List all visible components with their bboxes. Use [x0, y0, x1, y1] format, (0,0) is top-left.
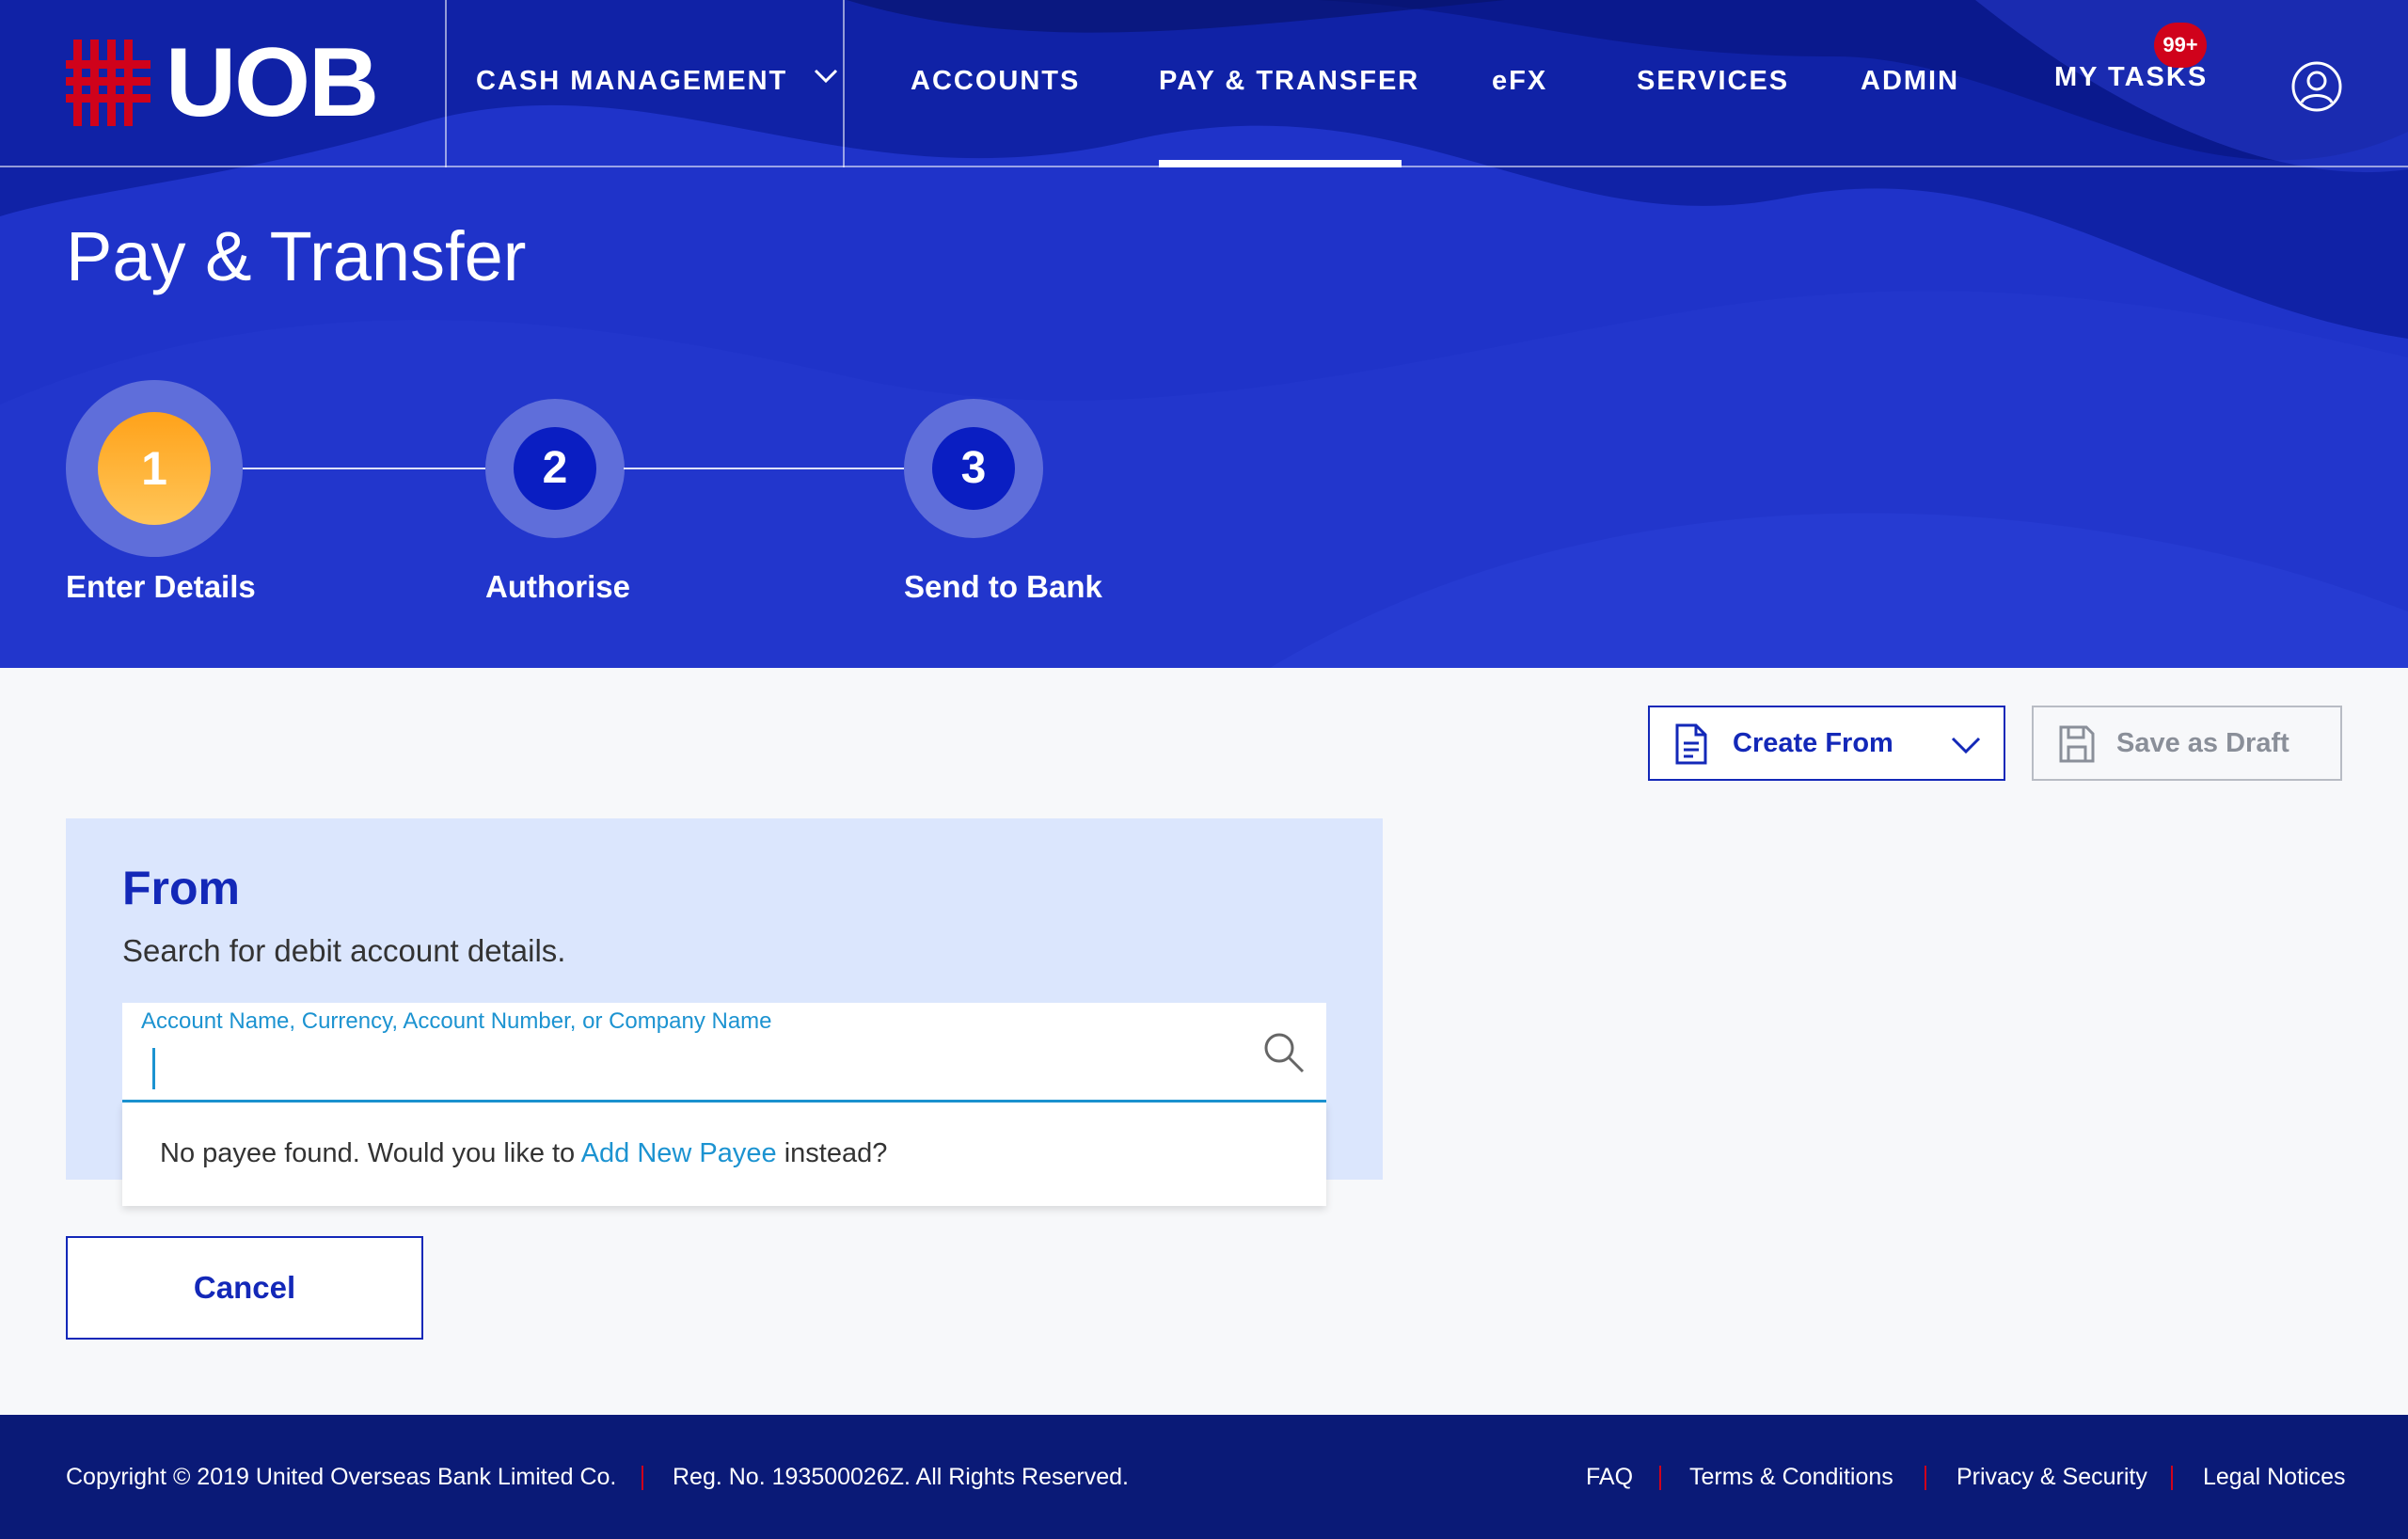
uob-logo-mark-icon — [66, 40, 150, 126]
step-3-indicator: 3 — [932, 427, 1015, 510]
cancel-button[interactable]: Cancel — [66, 1236, 423, 1340]
nav-efx[interactable]: eFX — [1492, 66, 1547, 103]
nav-active-indicator — [1159, 160, 1402, 167]
uob-logo-text: UOB — [166, 28, 379, 137]
tasks-count-badge: 99+ — [2154, 23, 2207, 68]
hero-banner: UOB CASH MANAGEMENT ACCOUNTS PAY & TRANS… — [0, 0, 2408, 668]
debit-account-search-field[interactable]: Account Name, Currency, Account Number, … — [122, 1003, 1326, 1103]
footer-link-privacy[interactable]: Privacy & Security — [1956, 1464, 2147, 1491]
footer-separator — [1925, 1466, 1926, 1490]
no-payee-text: No payee found. Would you like to — [160, 1138, 576, 1168]
nav-admin[interactable]: ADMIN — [1861, 66, 1959, 103]
save-as-draft-button[interactable]: Save as Draft — [2032, 706, 2342, 781]
footer-separator — [642, 1466, 643, 1490]
nav-pay-transfer[interactable]: PAY & TRANSFER — [1159, 66, 1419, 103]
nav-divider — [843, 0, 845, 167]
page-title: Pay & Transfer — [66, 217, 527, 295]
save-disk-icon — [2059, 725, 2095, 763]
step-2-indicator: 2 — [514, 427, 596, 510]
footer-copyright: Copyright © 2019 United Overseas Bank Li… — [66, 1464, 617, 1490]
nav-cash-management[interactable]: CASH MANAGEMENT — [476, 66, 838, 103]
step-connector — [243, 468, 485, 469]
footer-link-faq[interactable]: FAQ — [1586, 1464, 1633, 1491]
top-navigation: UOB CASH MANAGEMENT ACCOUNTS PAY & TRANS… — [0, 0, 2408, 167]
no-payee-message: No payee found. Would you like to Add Ne… — [160, 1138, 887, 1169]
nav-divider — [445, 0, 447, 167]
footer-separator — [1659, 1466, 1661, 1490]
from-section-subtitle: Search for debit account details. — [122, 933, 566, 968]
chevron-down-icon — [815, 69, 838, 84]
step-1-indicator: 1 — [98, 412, 211, 525]
nav-accounts[interactable]: ACCOUNTS — [911, 66, 1080, 103]
debit-account-search-input[interactable] — [141, 1046, 1232, 1091]
step-1-label: Enter Details — [66, 569, 256, 604]
footer: Copyright © 2019 United Overseas Bank Li… — [0, 1415, 2408, 1539]
search-field-label: Account Name, Currency, Account Number, … — [141, 1008, 772, 1034]
search-icon[interactable] — [1262, 1031, 1306, 1074]
nav-cash-management-label: CASH MANAGEMENT — [476, 66, 788, 96]
step-3-label: Send to Bank — [904, 569, 1102, 604]
footer-separator — [2171, 1466, 2173, 1490]
user-profile-icon[interactable] — [2291, 61, 2342, 112]
create-from-label: Create From — [1733, 728, 1893, 758]
save-as-draft-label: Save as Draft — [2116, 728, 2289, 758]
step-connector — [624, 468, 904, 469]
add-new-payee-link[interactable]: Add New Payee — [581, 1138, 777, 1168]
nav-my-tasks[interactable]: MY TASKS — [2054, 62, 2208, 100]
footer-link-terms[interactable]: Terms & Conditions — [1689, 1464, 1893, 1491]
footer-registration: Reg. No. 193500026Z. All Rights Reserved… — [673, 1464, 1129, 1490]
from-section-title: From — [122, 862, 240, 914]
chevron-down-icon — [1951, 737, 1981, 754]
create-from-dropdown[interactable]: Create From — [1648, 706, 2005, 781]
text-cursor — [152, 1048, 155, 1089]
no-payee-suffix: instead? — [784, 1138, 888, 1168]
uob-logo[interactable]: UOB — [66, 28, 379, 137]
footer-link-legal[interactable]: Legal Notices — [2203, 1464, 2345, 1491]
nav-services[interactable]: SERVICES — [1637, 66, 1789, 103]
search-results-dropdown: No payee found. Would you like to Add Ne… — [122, 1103, 1326, 1206]
step-2-label: Authorise — [485, 569, 631, 604]
document-icon — [1675, 723, 1707, 765]
